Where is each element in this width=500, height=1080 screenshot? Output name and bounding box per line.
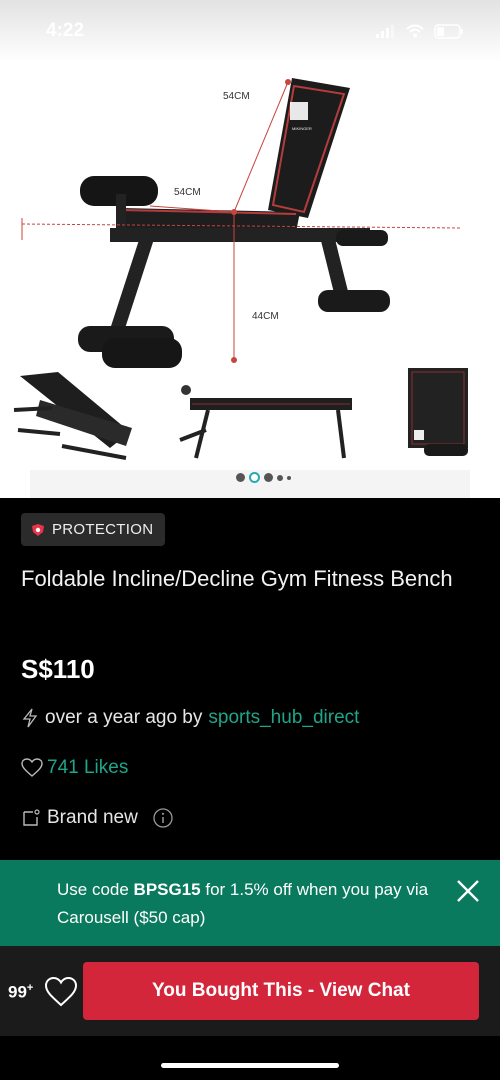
- info-icon[interactable]: [152, 807, 174, 829]
- promo-banner: Use code BPSG15 for 1.5% off when you pa…: [0, 860, 500, 946]
- bottom-action-bar: 99+ You Bought This - View Chat: [0, 946, 500, 1036]
- promo-code: BPSG15: [133, 880, 201, 899]
- page-dot[interactable]: [263, 473, 273, 482]
- home-indicator: [161, 1063, 339, 1068]
- promo-text: Use code BPSG15 for 1.5% off when you pa…: [57, 876, 437, 932]
- condition-text: Brand new: [47, 807, 138, 828]
- bench-inset-folded: [13, 372, 132, 460]
- status-bar: 4:22: [0, 0, 500, 62]
- listing-title: Foldable Incline/Decline Gym Fitness Ben…: [21, 566, 453, 591]
- bench-inset-flat: [179, 385, 352, 459]
- status-icons: [376, 23, 464, 39]
- battery-icon: [434, 23, 463, 39]
- status-time: 4:22: [46, 20, 85, 41]
- like-counter-suffix: +: [26, 982, 34, 994]
- flag-icon[interactable]: [448, 68, 484, 108]
- seller-link[interactable]: sports_hub_direct: [208, 707, 359, 729]
- image-nav-bar: [0, 66, 500, 110]
- condition-info: Brand new: [21, 804, 174, 832]
- wifi-icon: [406, 24, 424, 38]
- protection-badge[interactable]: PROTECTION: [21, 513, 166, 546]
- signal-icon: [376, 24, 394, 38]
- close-icon[interactable]: [455, 878, 481, 904]
- promo-prefix: Use code: [57, 880, 134, 899]
- gallery-pagination[interactable]: [0, 472, 500, 483]
- bench-inset-stored: [408, 368, 468, 456]
- page-dot[interactable]: [276, 474, 283, 481]
- protection-label: PROTECTION: [52, 521, 154, 538]
- dimension-label-height: 44CM: [252, 311, 279, 322]
- likes-info[interactable]: 741 Likes: [21, 754, 128, 782]
- page-dot-active[interactable]: [248, 472, 260, 483]
- page-dot[interactable]: [286, 475, 291, 480]
- tag-icon: [23, 809, 40, 826]
- posted-text: over a year ago by: [45, 707, 203, 728]
- heart-outline-icon: [21, 758, 43, 777]
- dimension-label-seat: 54CM: [174, 187, 201, 198]
- shield-icon: [32, 523, 44, 536]
- like-heart-icon[interactable]: [44, 976, 78, 1008]
- like-counter: 99+: [8, 982, 33, 1003]
- brand-logo-text: MIKINGER: [292, 126, 312, 131]
- bench-main-illustration: 54CM 54CM 44CM MIKINGER: [21, 78, 461, 368]
- page-dot[interactable]: [235, 473, 245, 482]
- posted-info: over a year ago by sports_hub_direct: [21, 704, 359, 732]
- back-arrow-icon[interactable]: [14, 70, 50, 106]
- listing-price: S$110: [21, 654, 95, 684]
- view-chat-button[interactable]: You Bought This - View Chat: [83, 962, 479, 1020]
- share-icon[interactable]: [388, 68, 424, 108]
- lightning-icon: [22, 708, 38, 728]
- like-counter-value: 99: [8, 982, 27, 1002]
- likes-count: 741 Likes: [47, 757, 129, 778]
